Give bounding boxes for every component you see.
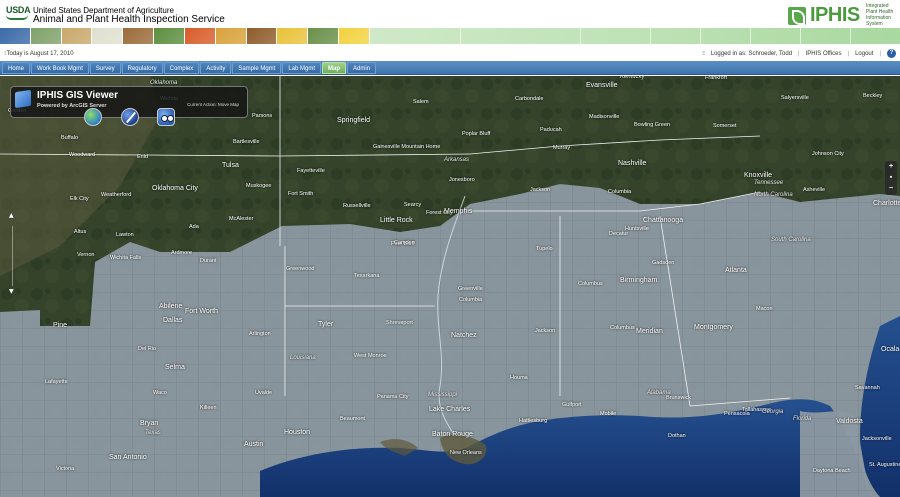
- iphis-wordmark: IPHIS: [810, 4, 860, 26]
- pan-down-button[interactable]: ▼: [9, 288, 14, 295]
- gis-viewer-panel: IPHIS GIS Viewer Powered by ArcGIS Serve…: [10, 86, 248, 126]
- header-green-band: [370, 28, 900, 44]
- usda-mark: USDA: [6, 5, 31, 15]
- zoom-slider[interactable]: ▪: [885, 172, 897, 183]
- banner-photo: [215, 28, 247, 44]
- banner-photo: [246, 28, 278, 44]
- date-display: ⁝⁝ Today is August 17, 2010: [4, 51, 74, 57]
- main-nav: Home Work Book Mgmt Survey Regulatory Comple…: [0, 61, 900, 75]
- tab-map[interactable]: Map: [322, 61, 347, 74]
- current-action-label: Current Action: Move Map: [187, 102, 240, 107]
- gis-cube-icon: [15, 89, 31, 109]
- banner-photo: [277, 28, 309, 44]
- usda-logo: USDA: [6, 5, 31, 24]
- banner-photo: [308, 28, 340, 44]
- iphis-offices-link[interactable]: IPHIS Offices: [806, 51, 842, 57]
- banner-photo: [61, 28, 93, 44]
- tab-home[interactable]: Home: [2, 61, 31, 74]
- tab-activity[interactable]: Activity: [200, 61, 232, 74]
- binoculars-icon[interactable]: [157, 108, 175, 126]
- tab-admin[interactable]: Admin: [347, 61, 377, 74]
- login-status: Logged in as: Schroeder, Todd: [710, 50, 793, 57]
- grip-icon: ⁝⁝⁝: [702, 51, 706, 57]
- pan-up-button[interactable]: ▲: [9, 212, 14, 219]
- banner-photo: [184, 28, 216, 44]
- photo-banner: [0, 28, 370, 44]
- banner-photo: [92, 28, 124, 44]
- logout-link[interactable]: Logout: [855, 51, 873, 57]
- tab-work-book-mgmt[interactable]: Work Book Mgmt: [31, 61, 89, 74]
- help-icon[interactable]: ?: [887, 49, 896, 58]
- map-canvas[interactable]: [0, 76, 900, 497]
- app-window: USDA United States Department of Agricul…: [0, 0, 900, 497]
- gis-viewer-title: IPHIS GIS Viewer: [37, 90, 118, 101]
- pan-track: [12, 226, 13, 286]
- banner-photo: [0, 28, 31, 44]
- pan-control: ▲ ▼: [6, 212, 18, 300]
- zoom-in-button[interactable]: +: [885, 161, 897, 172]
- tab-complex[interactable]: Complex: [163, 61, 200, 74]
- tab-regulatory[interactable]: Regulatory: [121, 61, 163, 74]
- banner-photo: [123, 28, 155, 44]
- banner-photo: [30, 28, 62, 44]
- tab-lab-mgmt[interactable]: Lab Mgmt: [282, 61, 322, 74]
- tab-sample-mgmt[interactable]: Sample Mgmt: [232, 61, 282, 74]
- user-links: ⁝⁝⁝ Logged in as: Schroeder, Todd | IPHI…: [702, 49, 896, 58]
- status-bar: ⁝⁝ Today is August 17, 2010 ⁝⁝⁝ Logged i…: [0, 47, 900, 60]
- usda-swoosh: [6, 15, 28, 20]
- map-viewer[interactable]: WichitaParsonsBartlesvilleGardenBuffaloW…: [0, 76, 900, 497]
- iphis-logo: IPHIS: [788, 4, 860, 27]
- zoom-out-button[interactable]: −: [885, 183, 897, 194]
- agency-name: Animal and Plant Health Inspection Servi…: [33, 14, 225, 25]
- site-header: USDA United States Department of Agricul…: [0, 0, 900, 46]
- globe-icon[interactable]: [84, 108, 102, 126]
- leaf-icon: [788, 6, 806, 25]
- banner-photo: [339, 28, 370, 44]
- compass-icon[interactable]: [121, 108, 139, 126]
- zoom-control: + ▪ −: [885, 161, 897, 195]
- iphis-full-name: Integrated Plant Health Information Syst…: [866, 3, 894, 27]
- tab-survey[interactable]: Survey: [89, 61, 121, 74]
- banner-photo: [154, 28, 185, 44]
